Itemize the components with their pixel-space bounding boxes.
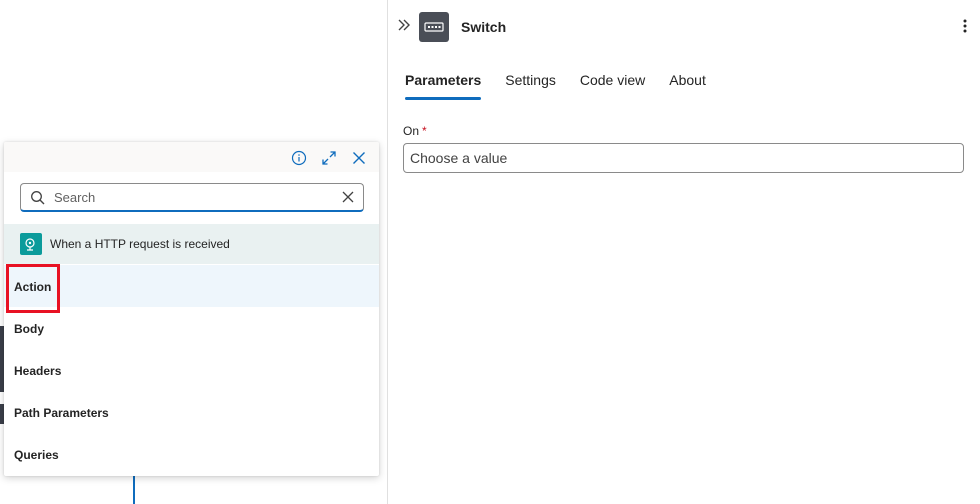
close-icon[interactable] [351, 150, 367, 166]
switch-icon [419, 12, 449, 42]
list-item-headers[interactable]: Headers [4, 349, 379, 391]
dismiss-icon[interactable] [341, 190, 355, 204]
panel-title[interactable]: Switch [461, 19, 506, 35]
dynamic-content-popup: When a HTTP request is received Action B… [4, 142, 379, 476]
trigger-section-header[interactable]: When a HTTP request is received [4, 224, 379, 264]
expand-icon[interactable] [321, 150, 337, 166]
panel-header: Switch [388, 0, 980, 54]
more-vertical-icon[interactable] [957, 16, 973, 38]
tab-settings[interactable]: Settings [505, 70, 556, 100]
on-field-label-text: On [403, 124, 420, 138]
tab-parameters[interactable]: Parameters [405, 70, 482, 100]
tab-code-view[interactable]: Code view [580, 70, 645, 100]
panel-tabs: Parameters Settings Code view About [405, 70, 730, 100]
list-item-path-parameters[interactable]: Path Parameters [4, 391, 379, 433]
tab-about[interactable]: About [669, 70, 706, 100]
details-panel: Switch Parameters Settings Code view Abo… [387, 0, 980, 504]
double-chevron-right-icon[interactable] [396, 18, 412, 36]
info-icon[interactable] [291, 150, 307, 166]
list-item-action[interactable]: Action [4, 265, 379, 307]
popup-toolbar [4, 142, 379, 172]
highlight-annotation [6, 264, 60, 313]
search-box [20, 183, 364, 212]
on-value-input[interactable] [403, 143, 964, 173]
search-icon [30, 190, 46, 206]
list-item-queries[interactable]: Queries [4, 433, 379, 475]
list-item-body[interactable]: Body [4, 307, 379, 349]
on-field-label: On * [403, 124, 427, 138]
trigger-label: When a HTTP request is received [50, 237, 230, 251]
search-input[interactable] [52, 187, 332, 207]
dynamic-content-list: Action Body Headers Path Parameters Quer… [4, 265, 379, 475]
required-mark: * [422, 124, 427, 138]
http-request-icon [20, 233, 42, 255]
